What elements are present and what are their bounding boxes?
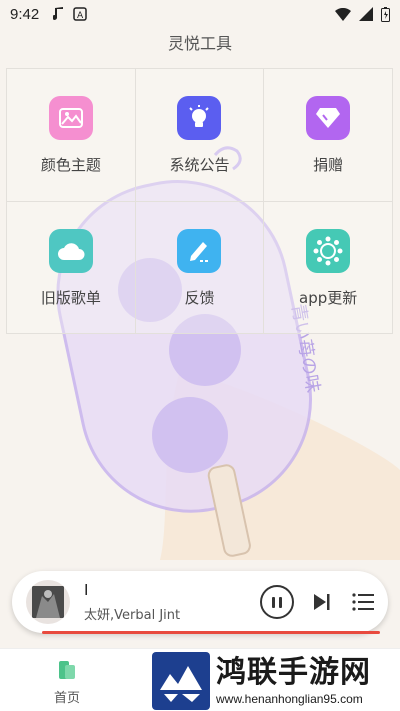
tile-color-theme[interactable]: 颜色主题 bbox=[7, 69, 136, 202]
settings-icon bbox=[306, 228, 351, 273]
tile-label: 旧版歌单 bbox=[40, 288, 101, 307]
tile-label: 反馈 bbox=[184, 288, 215, 307]
tile-label: 颜色主题 bbox=[40, 156, 101, 174]
page-title: 灵悦工具 bbox=[167, 34, 232, 53]
album-art[interactable] bbox=[26, 580, 70, 624]
music-note-icon bbox=[53, 7, 64, 20]
mini-player[interactable]: I 太妍,Verbal Jint bbox=[12, 571, 388, 634]
playback-progress-bar bbox=[42, 631, 380, 634]
tile-app-update[interactable]: app更新 bbox=[264, 201, 393, 334]
pause-button[interactable] bbox=[260, 585, 294, 619]
tile-label: app更新 bbox=[299, 288, 358, 307]
cloud-icon bbox=[48, 228, 93, 273]
battery-icon bbox=[381, 6, 390, 22]
playlist-button[interactable] bbox=[352, 593, 374, 611]
tile-donate[interactable]: 捐赠 bbox=[264, 69, 393, 202]
lightbulb-icon bbox=[177, 96, 222, 140]
image-icon bbox=[48, 96, 93, 140]
wifi-icon bbox=[335, 7, 351, 21]
watermark: 鸿联手游网 www.henanhonglian95.com bbox=[152, 651, 400, 711]
home-icon bbox=[59, 661, 75, 679]
tile-label: 捐赠 bbox=[313, 156, 344, 174]
edit-icon bbox=[177, 228, 222, 273]
track-info[interactable]: I 太妍,Verbal Jint bbox=[84, 582, 250, 623]
tile-label: 系统公告 bbox=[169, 156, 230, 174]
track-artist: 太妍,Verbal Jint bbox=[84, 607, 181, 623]
nav-home-label: 首页 bbox=[53, 691, 80, 706]
font-a-icon: A bbox=[73, 7, 87, 21]
next-button[interactable] bbox=[312, 593, 332, 611]
diamond-icon bbox=[306, 96, 351, 140]
pause-icon bbox=[260, 585, 294, 619]
svg-text:A: A bbox=[77, 11, 84, 21]
status-time: 9:42 bbox=[10, 5, 40, 23]
skip-next-icon bbox=[314, 594, 330, 610]
watermark-logo-icon bbox=[152, 652, 210, 710]
status-bar: 9:42 A bbox=[0, 0, 400, 28]
tile-feedback[interactable]: 反馈 bbox=[135, 201, 265, 334]
playlist-icon bbox=[352, 593, 374, 611]
watermark-name: 鸿联手游网 bbox=[216, 655, 371, 690]
watermark-url: www.henanhonglian95.com bbox=[216, 692, 363, 706]
tile-old-playlist[interactable]: 旧版歌单 bbox=[7, 201, 136, 334]
nav-home[interactable]: 首页 bbox=[42, 659, 92, 706]
tile-system-announcement[interactable]: 系统公告 bbox=[135, 69, 265, 202]
signal-icon bbox=[359, 7, 373, 21]
track-title: I bbox=[84, 581, 89, 599]
tool-grid: 颜色主题 系统公告 捐赠 旧版歌单 反馈 app更新 bbox=[6, 68, 393, 334]
